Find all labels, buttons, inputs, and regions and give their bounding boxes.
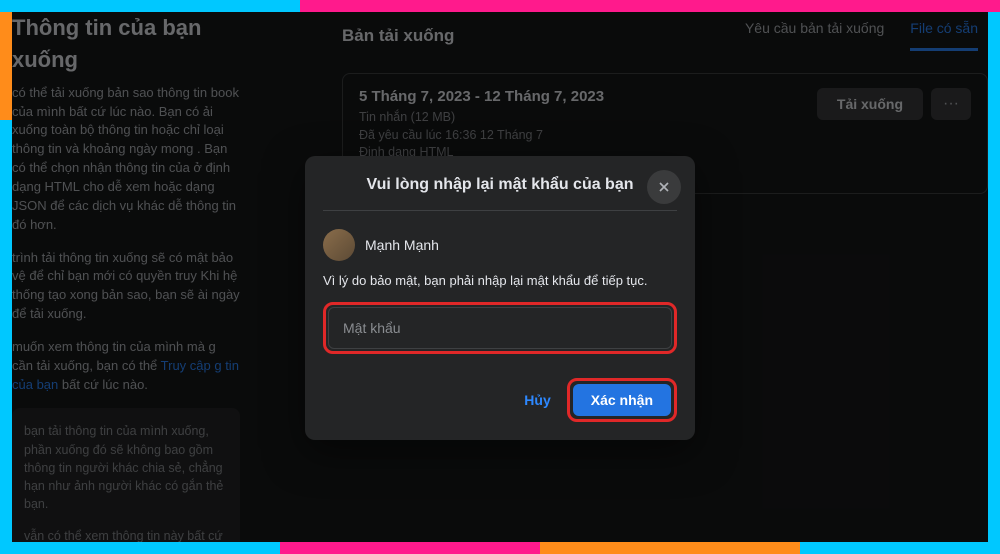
close-icon xyxy=(656,179,672,195)
modal-title: Vui lòng nhập lại mật khẩu của bạn xyxy=(323,172,677,211)
confirm-button[interactable]: Xác nhận xyxy=(573,384,671,416)
confirm-highlight: Xác nhận xyxy=(567,378,677,422)
password-input[interactable] xyxy=(328,307,672,349)
modal-close-button[interactable] xyxy=(647,170,681,204)
avatar xyxy=(323,229,355,261)
user-row: Mạnh Mạnh xyxy=(323,229,677,261)
modal-message: Vì lý do bảo mật, bạn phải nhập lại mật … xyxy=(323,273,677,288)
password-modal: Vui lòng nhập lại mật khẩu của bạn Mạnh … xyxy=(305,156,695,440)
password-highlight xyxy=(323,302,677,354)
cancel-button[interactable]: Hủy xyxy=(524,392,550,408)
user-name: Mạnh Mạnh xyxy=(365,237,439,253)
